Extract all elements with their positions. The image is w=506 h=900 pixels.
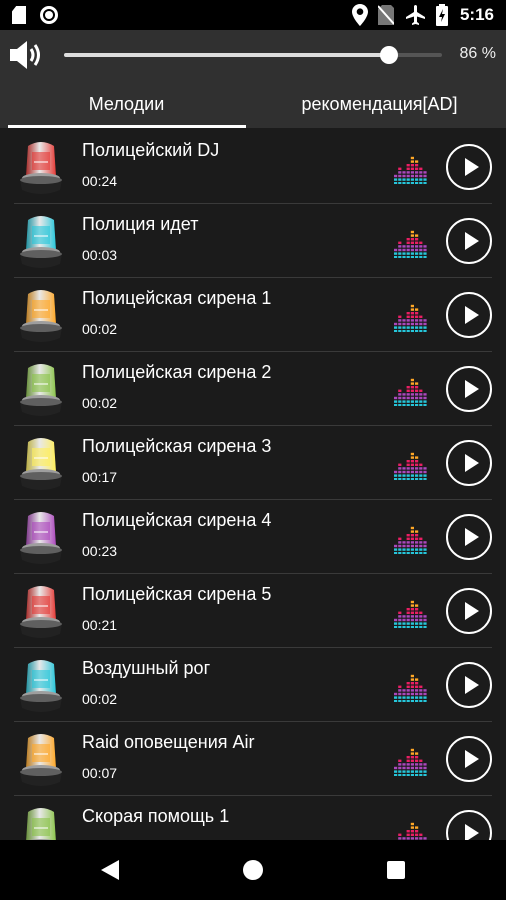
siren-light-icon <box>16 212 66 270</box>
sound-row[interactable]: Скорая помощь 1 <box>14 796 492 840</box>
airplane-icon <box>404 4 426 26</box>
sound-duration: 00:07 <box>82 765 118 781</box>
no-sim-icon <box>377 5 394 25</box>
siren-light-icon <box>16 138 66 196</box>
tab-bar: Мелодии рекомендация[AD] <box>0 80 506 128</box>
sound-duration: 00:03 <box>82 247 118 263</box>
siren-light-icon <box>16 286 66 344</box>
play-button[interactable] <box>446 440 492 486</box>
clock: 5:16 <box>459 5 494 24</box>
play-button[interactable] <box>446 366 492 412</box>
sd-card-icon <box>12 6 26 24</box>
equalizer-icon <box>394 448 428 485</box>
siren-light-icon <box>16 582 66 640</box>
siren-light-icon <box>16 656 66 714</box>
play-button[interactable] <box>446 736 492 782</box>
sound-row[interactable]: Полиция идет 00:03 <box>14 204 492 278</box>
volume-row: 86 % <box>0 30 506 80</box>
sound-title: Полиция идет <box>82 214 199 234</box>
sound-duration: 00:02 <box>82 321 118 337</box>
equalizer-icon <box>394 670 428 707</box>
play-button[interactable] <box>446 662 492 708</box>
siren-light-icon <box>16 434 66 492</box>
play-button[interactable] <box>446 810 492 840</box>
sound-title: Полицейская сирена 1 <box>82 288 272 308</box>
sound-duration: 00:02 <box>82 691 118 707</box>
sound-duration: 00:21 <box>82 617 118 633</box>
record-icon <box>40 6 58 24</box>
equalizer-icon <box>394 522 428 559</box>
sound-duration: 00:02 <box>82 395 118 411</box>
back-icon[interactable] <box>101 860 119 880</box>
sound-row[interactable]: Полицейская сирена 2 00:02 <box>14 352 492 426</box>
volume-slider[interactable] <box>64 46 442 64</box>
sound-duration: 00:17 <box>82 469 118 485</box>
sound-title: Полицейская сирена 5 <box>82 584 272 604</box>
location-icon <box>351 4 368 26</box>
recent-apps-icon[interactable] <box>387 861 405 879</box>
battery-charging-icon <box>435 4 448 26</box>
play-button[interactable] <box>446 588 492 634</box>
speaker-icon[interactable] <box>8 38 46 77</box>
sound-list[interactable]: Полицейский DJ 00:24 Полиция идет 00:03 … <box>0 128 506 840</box>
sound-title: Скорая помощь 1 <box>82 806 230 826</box>
sound-title: Полицейская сирена 2 <box>82 362 272 382</box>
tab-melodies[interactable]: Мелодии <box>0 80 253 128</box>
sound-duration: 00:23 <box>82 543 118 559</box>
equalizer-icon <box>394 596 428 633</box>
sound-row[interactable]: Полицейская сирена 1 00:02 <box>14 278 492 352</box>
volume-slider-thumb[interactable] <box>380 46 399 64</box>
sound-title: Полицейская сирена 4 <box>82 510 272 530</box>
siren-light-icon <box>16 508 66 566</box>
equalizer-icon <box>394 744 428 781</box>
play-button[interactable] <box>446 292 492 338</box>
volume-percent: 86 % <box>459 45 496 62</box>
sound-row[interactable]: Полицейская сирена 5 00:21 <box>14 574 492 648</box>
sound-duration: 00:24 <box>82 173 118 189</box>
equalizer-icon <box>394 818 428 840</box>
sound-row[interactable]: Полицейская сирена 3 00:17 <box>14 426 492 500</box>
sound-title: Воздушный рог <box>82 658 211 678</box>
equalizer-icon <box>394 300 428 337</box>
status-bar: 5:16 <box>0 0 506 30</box>
equalizer-icon <box>394 374 428 411</box>
sound-title: Raid оповещения Air <box>82 732 255 752</box>
siren-light-icon <box>16 730 66 788</box>
siren-light-icon <box>16 804 66 840</box>
sound-row[interactable]: Raid оповещения Air 00:07 <box>14 722 492 796</box>
siren-light-icon <box>16 360 66 418</box>
sound-title: Полицейская сирена 3 <box>82 436 272 456</box>
sound-row[interactable]: Полицейская сирена 4 00:23 <box>14 500 492 574</box>
navigation-bar <box>0 840 506 900</box>
play-button[interactable] <box>446 514 492 560</box>
play-button[interactable] <box>446 144 492 190</box>
sound-title: Полицейский DJ <box>82 140 220 160</box>
sound-row[interactable]: Воздушный рог 00:02 <box>14 648 492 722</box>
play-button[interactable] <box>446 218 492 264</box>
equalizer-icon <box>394 226 428 263</box>
home-icon[interactable] <box>243 860 263 880</box>
equalizer-icon <box>394 152 428 189</box>
volume-slider-fill <box>64 53 390 57</box>
sound-row[interactable]: Полицейский DJ 00:24 <box>14 130 492 204</box>
tab-recommendation-ad[interactable]: рекомендация[AD] <box>253 80 506 128</box>
